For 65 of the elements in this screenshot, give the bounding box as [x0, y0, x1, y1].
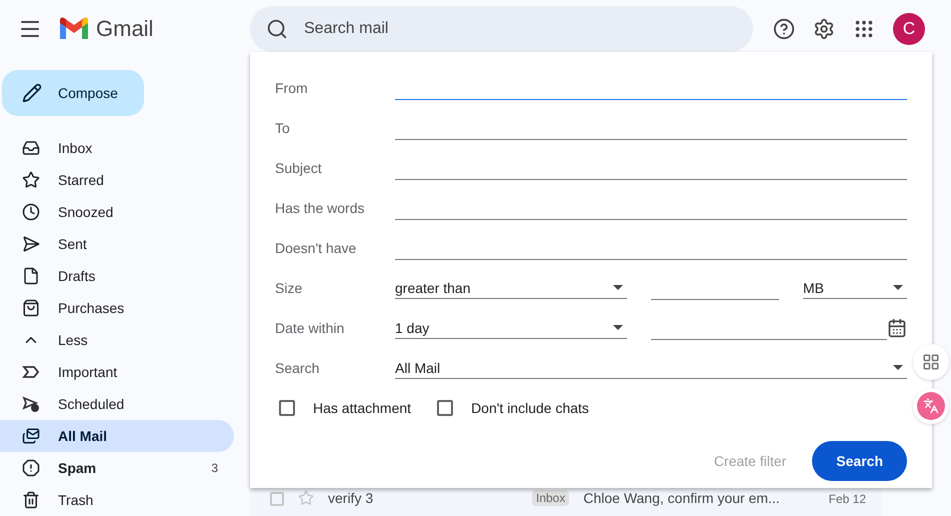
- row-checkbox[interactable]: [270, 492, 284, 506]
- label-icon: [22, 363, 40, 381]
- folder-item[interactable]: All Mail: [0, 420, 234, 452]
- folder-item[interactable]: Less: [0, 324, 234, 356]
- apps-grid-icon[interactable]: [853, 18, 875, 40]
- folder-item[interactable]: Spam 3: [0, 452, 234, 484]
- translate-button[interactable]: [913, 388, 949, 424]
- checkbox[interactable]: [437, 400, 454, 416]
- folder-item[interactable]: Drafts: [0, 260, 234, 292]
- size-operator-dropdown[interactable]: greater than: [395, 277, 627, 299]
- dropdown-caret-icon: [893, 285, 903, 290]
- folder-item[interactable]: Sent: [0, 228, 234, 260]
- inbox-icon: [22, 139, 40, 157]
- search-button[interactable]: Search: [812, 441, 907, 481]
- pencil-icon: [22, 83, 42, 103]
- logo-text: Gmail: [96, 16, 154, 42]
- search-icon[interactable]: [266, 18, 288, 40]
- field-label: Subject: [275, 160, 323, 176]
- translate-icon: [923, 398, 939, 414]
- mailbox-dropdown[interactable]: All Mail: [395, 357, 907, 379]
- help-icon[interactable]: [773, 18, 795, 40]
- compose-button[interactable]: Compose: [2, 70, 144, 116]
- star-icon: [22, 171, 40, 189]
- field-label: Search: [275, 360, 320, 376]
- email-date: Feb 12: [828, 492, 866, 506]
- document-icon: [22, 267, 40, 285]
- email-subject: Chloe Wang, confirm your em...: [583, 490, 781, 506]
- folder-item[interactable]: Snoozed: [0, 196, 234, 228]
- checkbox[interactable]: [279, 400, 295, 416]
- add-ons-button[interactable]: [913, 344, 949, 380]
- folder-item[interactable]: Scheduled: [0, 388, 234, 420]
- settings-icon[interactable]: [813, 18, 835, 40]
- folder-item[interactable]: Important: [0, 356, 234, 388]
- checkbox-option[interactable]: Don't include chats: [437, 400, 589, 416]
- folder-item[interactable]: Starred: [0, 164, 234, 196]
- label-tag: Inbox: [532, 490, 570, 506]
- folder-item[interactable]: Trash: [0, 484, 234, 516]
- trash-icon: [22, 491, 40, 509]
- star-icon[interactable]: [298, 490, 314, 506]
- folder-item[interactable]: Inbox: [0, 132, 234, 164]
- dropdown-caret-icon: [613, 325, 623, 330]
- unit-dropdown[interactable]: MB: [803, 277, 907, 299]
- clock-icon: [22, 203, 40, 221]
- calendar-icon[interactable]: [887, 318, 907, 338]
- field-label: From: [275, 80, 309, 96]
- dropdown-caret-icon: [613, 285, 623, 290]
- field-label: Date within: [275, 320, 346, 336]
- date-range-dropdown[interactable]: 1 day: [395, 317, 627, 339]
- field-label: Has the words: [275, 200, 366, 216]
- gmail-logo-icon: [58, 17, 90, 41]
- dropdown-caret-icon: [893, 365, 903, 370]
- sender-name: verify 3: [328, 490, 374, 506]
- alert-icon: [22, 459, 40, 477]
- mail-stack-icon: [22, 427, 40, 445]
- field-label: To: [275, 120, 291, 136]
- folder-item[interactable]: Purchases: [0, 292, 234, 324]
- grid-plus-icon: [922, 353, 940, 371]
- field-label: Doesn't have: [275, 240, 358, 256]
- account-avatar[interactable]: C: [893, 13, 925, 45]
- send-icon: [22, 235, 40, 253]
- field-label: Size: [275, 280, 304, 296]
- search-field[interactable]: Search mail: [250, 6, 753, 52]
- checkbox-option[interactable]: Has attachment: [279, 400, 412, 416]
- shopping-bag-icon: [22, 299, 40, 317]
- scheduled-send-icon: [22, 395, 40, 413]
